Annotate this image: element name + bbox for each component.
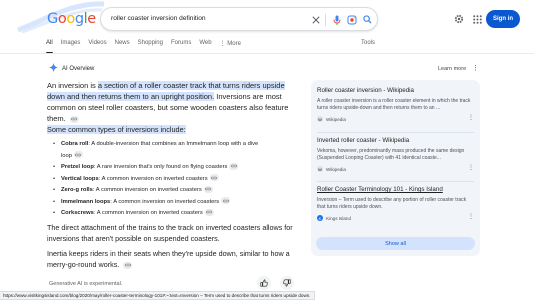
source-card[interactable]: Roller coaster inversion - Wikipedia A r…	[317, 87, 474, 122]
more-options-icon[interactable]: ⋮	[468, 114, 474, 121]
ai-paragraph-2: The direct attachment of the trains to t…	[47, 222, 309, 244]
search-box[interactable]: roller coaster inversion definition	[100, 7, 378, 31]
source-site: W Wikipedia	[317, 116, 474, 122]
status-bar-url: https://www.visitkingsisland.com/blog/20…	[0, 291, 315, 300]
item-term: Vertical loops	[61, 175, 99, 182]
more-options-icon[interactable]: ⋮	[468, 164, 474, 171]
sparkle-icon	[49, 63, 58, 74]
tab-images[interactable]: Images	[61, 40, 81, 52]
source-card[interactable]: Roller Coaster Terminology 101 - Kings I…	[317, 186, 474, 221]
citation-link-icon[interactable]	[209, 174, 219, 182]
source-description: Vekoma, however, predominantly mass prod…	[317, 148, 465, 161]
wikipedia-favicon-icon: W	[317, 166, 323, 172]
inversion-types-list: • Cobra roll: A double-inversion that co…	[47, 139, 302, 220]
citation-link-icon[interactable]	[221, 197, 231, 205]
item-term: Pretzel loop	[61, 164, 94, 170]
search-input[interactable]: roller coaster inversion definition	[111, 15, 206, 22]
citation-link-icon[interactable]	[69, 115, 79, 123]
item-desc: : A rare inversion that's only found on …	[93, 164, 228, 170]
source-site-name: Wikipedia	[326, 166, 346, 172]
item-term: Cobra roll	[61, 141, 89, 147]
apps-icon[interactable]	[471, 13, 483, 25]
source-site: K Kings Island	[317, 215, 474, 221]
item-desc: : A common inversion on inverted coaster…	[98, 175, 208, 182]
source-title[interactable]: Inverted roller coaster - Wikipedia	[317, 137, 474, 145]
google-logo[interactable]: Google	[47, 11, 96, 27]
card-divider	[317, 181, 474, 182]
more-options-icon[interactable]: ⋮	[472, 64, 479, 72]
source-description: A roller coaster inversion is a roller c…	[317, 98, 471, 111]
tab-web[interactable]: Web	[199, 40, 211, 52]
gear-icon[interactable]	[453, 13, 465, 25]
tab-videos[interactable]: Videos	[88, 40, 106, 52]
para3-text: Inertia keeps riders in their seats when…	[47, 249, 290, 269]
list-item: • Vertical loops: A common inversion on …	[47, 174, 302, 186]
item-desc: : A double-inversion that combines an Im…	[61, 141, 259, 159]
source-card[interactable]: Inverted roller coaster - Wikipedia Veko…	[317, 137, 474, 172]
list-heading: Some common types of inversions include:	[47, 124, 297, 135]
list-heading-text: Some common types of inversions include:	[47, 125, 186, 134]
item-desc: : A common inversion on inverted coaster…	[110, 198, 220, 205]
tabs-divider	[0, 53, 534, 54]
item-desc: : A common inversion on inverted coaster…	[93, 210, 203, 216]
citation-link-icon[interactable]	[203, 185, 213, 193]
citation-link-icon[interactable]	[73, 151, 83, 159]
para2-text: The direct attachment of the trains to t…	[47, 223, 293, 243]
source-title[interactable]: Roller coaster inversion - Wikipedia	[317, 87, 474, 95]
source-site-name: Wikipedia	[326, 116, 346, 122]
item-term: Zero-g rolls	[61, 187, 93, 193]
experimental-notice: Generative AI is experimental.	[49, 281, 123, 287]
more-options-icon[interactable]: ⋮	[468, 213, 474, 220]
list-item: • Corkscrews: A common inversion on inve…	[47, 208, 302, 220]
item-term: Immelmann loops	[61, 198, 111, 205]
ai-paragraph-3: Inertia keeps riders in their seats when…	[47, 248, 309, 270]
list-item: • Cobra roll: A double-inversion that co…	[52, 141, 259, 159]
tab-more[interactable]: ⋮ More	[220, 40, 241, 52]
search-divider	[325, 14, 326, 26]
mic-icon[interactable]	[331, 14, 342, 25]
source-title[interactable]: Roller Coaster Terminology 101 - Kings I…	[317, 186, 474, 194]
source-description: Inversion – Term used to describe any po…	[317, 197, 467, 210]
list-item: • Immelmann loops: A common inversion on…	[47, 197, 302, 209]
ai-overview-title: AI Overview	[62, 65, 95, 72]
search-tabs: All Images Videos News Shopping Forums W…	[46, 40, 249, 54]
citation-link-icon[interactable]	[229, 162, 239, 170]
card-divider	[317, 132, 474, 133]
ai-intro-paragraph: An inversion is a section of a roller co…	[47, 80, 297, 124]
wikipedia-favicon-icon: W	[317, 116, 323, 122]
sources-panel: Roller coaster inversion - Wikipedia A r…	[311, 80, 480, 256]
item-term: Corkscrews	[61, 210, 94, 216]
show-all-button[interactable]: Show all	[316, 237, 475, 250]
tab-all[interactable]: All	[46, 40, 53, 54]
close-icon[interactable]	[310, 14, 321, 25]
kings-island-favicon-icon: K	[317, 215, 323, 221]
learn-more-link[interactable]: Learn more	[438, 66, 466, 72]
list-item: • Pretzel loop: A rare inversion that's …	[47, 162, 302, 174]
source-site: W Wikipedia	[317, 166, 474, 172]
tools-button[interactable]: Tools	[361, 40, 375, 46]
sign-in-button[interactable]: Sign in	[486, 10, 520, 28]
search-icon[interactable]	[362, 14, 373, 25]
item-desc: : A common inversion on inverted coaster…	[92, 187, 202, 193]
intro-prefix: An inversion is	[47, 81, 98, 90]
tab-shopping[interactable]: Shopping	[138, 40, 163, 52]
thumbs-down-icon[interactable]	[280, 276, 294, 290]
citation-link-icon[interactable]	[204, 208, 214, 216]
thumbs-up-icon[interactable]	[257, 276, 271, 290]
lens-icon[interactable]	[346, 14, 357, 25]
source-site-name: Kings Island	[326, 215, 352, 221]
ai-overview-header: AI Overview	[49, 63, 94, 74]
tab-forums[interactable]: Forums	[171, 40, 191, 52]
list-item: • Zero-g rolls: A common inversion on in…	[47, 185, 302, 197]
citation-link-icon[interactable]	[123, 261, 133, 269]
tab-news[interactable]: News	[115, 40, 130, 52]
